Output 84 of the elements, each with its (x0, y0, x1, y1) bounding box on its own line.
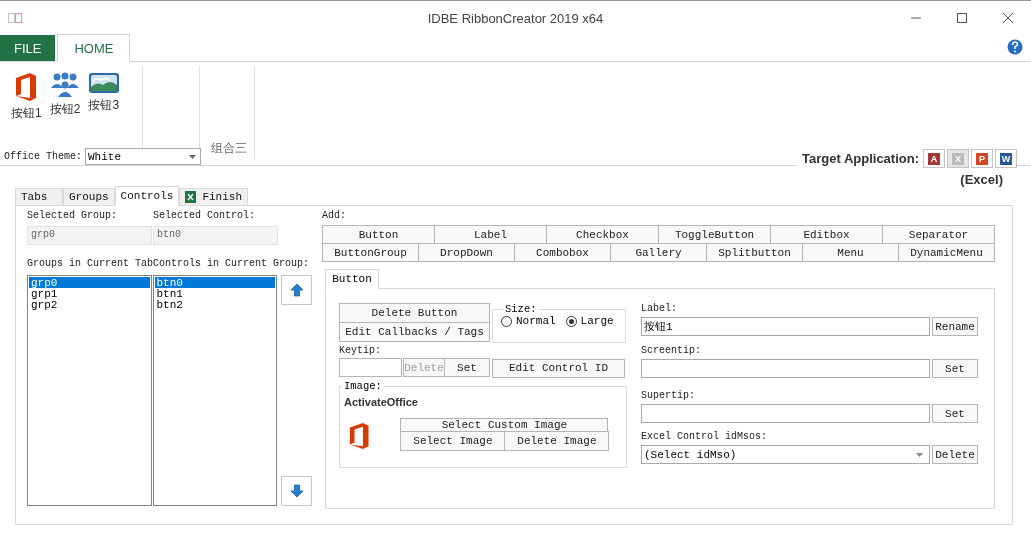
list-item[interactable]: grp0 (29, 277, 150, 288)
caret-icon (916, 452, 923, 457)
list-item[interactable]: grp1 (29, 288, 150, 299)
add-control-button[interactable]: DynamicMenu (898, 243, 995, 262)
list-label: Controls in Current Group: (153, 258, 310, 269)
application-tile: P (976, 152, 988, 165)
theme-label: Office Theme: (4, 151, 82, 162)
people-icon (51, 72, 80, 98)
down-arrow-icon (289, 484, 304, 498)
application-button[interactable]: A (923, 149, 945, 168)
field-label: Screentip: (641, 345, 702, 356)
add-control-button[interactable]: Menu (802, 243, 899, 262)
add-control-button[interactable]: ButtonGroup (322, 243, 419, 262)
application-tile: X (952, 152, 964, 165)
idmso-dropdown[interactable]: (Select idMso) (641, 445, 930, 464)
move-down-button[interactable] (281, 476, 312, 506)
image-label: Image: (343, 380, 383, 392)
size-radio[interactable]: Normal (501, 315, 556, 327)
spreadsheet-icon (185, 191, 197, 203)
edit-control-id-button[interactable]: Edit Control ID (492, 358, 625, 378)
field-action-button[interactable]: Set (932, 404, 978, 423)
field-action-button[interactable]: Rename (932, 317, 978, 336)
select-image-button[interactable]: Select Image (400, 431, 506, 451)
help-icon[interactable] (1007, 39, 1023, 55)
window-title: IDBE RibbonCreator 2019 x64 (427, 10, 604, 26)
application-button[interactable]: P (971, 149, 993, 168)
editor-tab[interactable]: Button (325, 269, 379, 289)
landscape-image-icon (88, 72, 119, 94)
size-radio[interactable]: Large (565, 315, 614, 327)
move-up-button[interactable] (281, 275, 312, 305)
ribbon-button[interactable]: 按钮3 (85, 70, 123, 124)
close-icon (1003, 13, 1013, 23)
tab[interactable]: Controls (114, 186, 180, 206)
current-application: (Excel) (960, 172, 1003, 187)
list-item[interactable]: grp2 (29, 299, 150, 310)
theme-dropdown[interactable]: White (85, 148, 201, 165)
application-tile: A (928, 152, 940, 165)
ribbon-tab[interactable]: HOME (57, 34, 131, 62)
application-button[interactable]: W (995, 149, 1017, 168)
list-item[interactable]: btn1 (154, 288, 275, 299)
office-logo-icon (14, 72, 39, 102)
selected-group-field: grp0 (27, 226, 152, 245)
list-item[interactable]: btn0 (154, 277, 275, 288)
field-action-button[interactable]: Delete (932, 445, 978, 464)
text-field[interactable] (641, 359, 930, 378)
delete-button[interactable]: Delete Button (339, 303, 490, 323)
add-control-button[interactable]: Gallery (610, 243, 707, 262)
up-arrow-icon (289, 283, 304, 297)
add-control-button[interactable]: Combobox (514, 243, 611, 262)
ribbon-button[interactable]: 按钮1 (8, 70, 45, 124)
delete-image-button[interactable]: Delete Image (504, 431, 610, 451)
field-label: Excel Control idMsos: (641, 431, 769, 442)
tab[interactable]: Tabs (15, 188, 63, 205)
set-keytip-button[interactable]: Set (444, 358, 490, 377)
tab[interactable]: Finish (179, 188, 249, 205)
keytip-field[interactable] (339, 358, 402, 377)
add-label: Add: (322, 210, 347, 221)
field-action-button[interactable]: Set (932, 359, 978, 378)
field-label: Supertip: (641, 390, 696, 401)
caret-icon (189, 154, 196, 159)
selected-control-field: btn0 (153, 226, 278, 245)
field-label: Selected Control: (153, 210, 257, 221)
application-tile: W (1000, 152, 1012, 165)
text-field[interactable] (641, 404, 930, 423)
maximize-icon (957, 13, 967, 23)
image-name: ActivateOffice (344, 396, 419, 408)
field-label: Label: (641, 303, 678, 314)
file-tab[interactable]: FILE (0, 35, 56, 61)
field-label: Selected Group: (27, 210, 118, 221)
edit-callbacks-button[interactable]: Edit Callbacks / Tags (339, 322, 490, 342)
list-label: Groups in Current Tab (27, 258, 154, 269)
keytip-label: Keytip: (339, 345, 382, 356)
app-icon (8, 13, 22, 23)
add-control-button[interactable]: DropDown (418, 243, 515, 262)
text-field[interactable]: 按钮1 (641, 317, 930, 336)
list-item[interactable]: btn2 (154, 299, 275, 310)
size-label: Size: (504, 303, 538, 315)
group-label: 组合三 (211, 140, 247, 157)
ribbon-button[interactable]: 按钮2 (46, 70, 84, 124)
select-custom-image-button[interactable]: Select Custom Image (400, 418, 609, 432)
target-application-label: Target Application: (802, 151, 919, 166)
image-preview-icon (348, 422, 371, 450)
tab[interactable]: Groups (63, 188, 115, 205)
add-control-button[interactable]: Splitbutton (706, 243, 803, 262)
